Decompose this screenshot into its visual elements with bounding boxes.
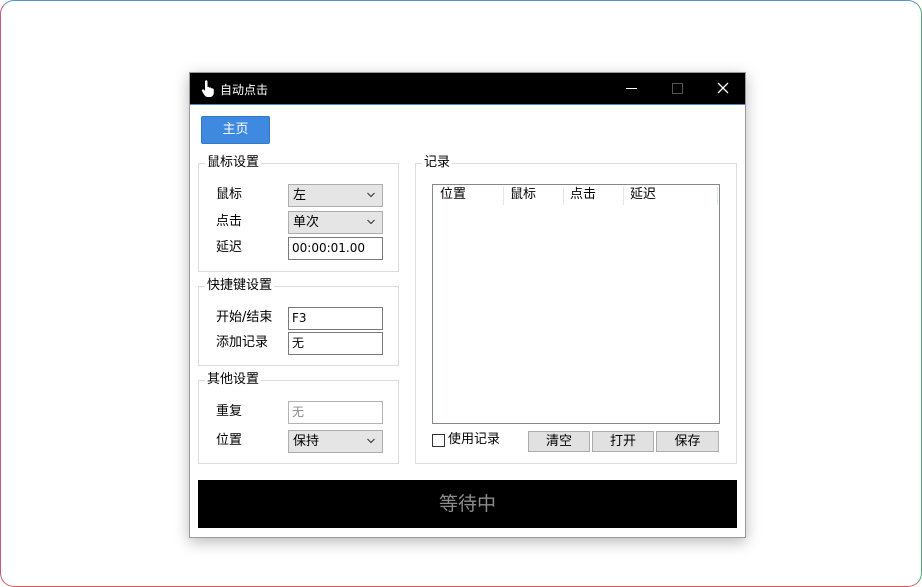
start-stop-hotkey-input[interactable]: F3 — [288, 307, 383, 330]
click-type-select[interactable]: 单次 — [288, 211, 383, 234]
title-bar[interactable]: 自动点击 — [190, 73, 745, 104]
start-stop-label: 开始/结束 — [216, 310, 273, 325]
minimize-icon[interactable] — [608, 73, 654, 104]
column-header-mouse[interactable]: 鼠标 — [503, 185, 563, 205]
open-button[interactable]: 打开 — [592, 431, 654, 452]
records-list[interactable]: 位置 鼠标 点击 延迟 — [432, 184, 720, 424]
column-header-position[interactable]: 位置 — [433, 185, 503, 205]
mouse-button-select[interactable]: 左 — [288, 184, 383, 207]
use-record-label[interactable]: 使用记录 — [448, 432, 500, 448]
mouse-button-value: 左 — [293, 188, 307, 203]
column-header-delay[interactable]: 延迟 — [623, 185, 717, 205]
records-title: 记录 — [422, 155, 453, 171]
position-value: 保持 — [293, 434, 320, 449]
position-select[interactable]: 保持 — [288, 430, 383, 453]
click-label: 点击 — [216, 214, 243, 229]
maximize-icon[interactable] — [654, 73, 700, 104]
window-title: 自动点击 — [220, 83, 269, 97]
hotkey-settings-title: 快捷键设置 — [205, 278, 275, 294]
repeat-input[interactable]: 无 — [288, 401, 383, 424]
delay-label: 延迟 — [216, 240, 243, 255]
add-record-label: 添加记录 — [216, 335, 269, 350]
chevron-down-icon — [367, 438, 375, 444]
status-display: 等待中 — [198, 480, 737, 528]
mouse-settings-title: 鼠标设置 — [205, 155, 262, 171]
close-icon[interactable] — [700, 73, 746, 104]
app-window: 自动点击 主页 鼠标设置 鼠标 左 点击 单次 延迟 00:00:01.00 快… — [189, 72, 746, 538]
pointer-hand-icon — [201, 80, 214, 97]
mouse-label: 鼠标 — [216, 187, 243, 202]
position-label: 位置 — [216, 433, 243, 448]
chevron-down-icon — [367, 192, 375, 198]
clear-button[interactable]: 清空 — [528, 431, 590, 452]
other-settings-title: 其他设置 — [205, 372, 262, 388]
use-record-checkbox[interactable] — [432, 434, 445, 447]
click-type-value: 单次 — [293, 215, 320, 230]
column-separator[interactable] — [717, 187, 718, 205]
column-header-click[interactable]: 点击 — [563, 185, 623, 205]
delay-input[interactable]: 00:00:01.00 — [288, 237, 383, 260]
repeat-label: 重复 — [216, 404, 243, 419]
save-button[interactable]: 保存 — [656, 431, 719, 452]
title-bar-divider — [190, 104, 745, 105]
add-record-hotkey-input[interactable]: 无 — [288, 332, 383, 355]
home-button[interactable]: 主页 — [201, 116, 270, 144]
chevron-down-icon — [367, 219, 375, 225]
